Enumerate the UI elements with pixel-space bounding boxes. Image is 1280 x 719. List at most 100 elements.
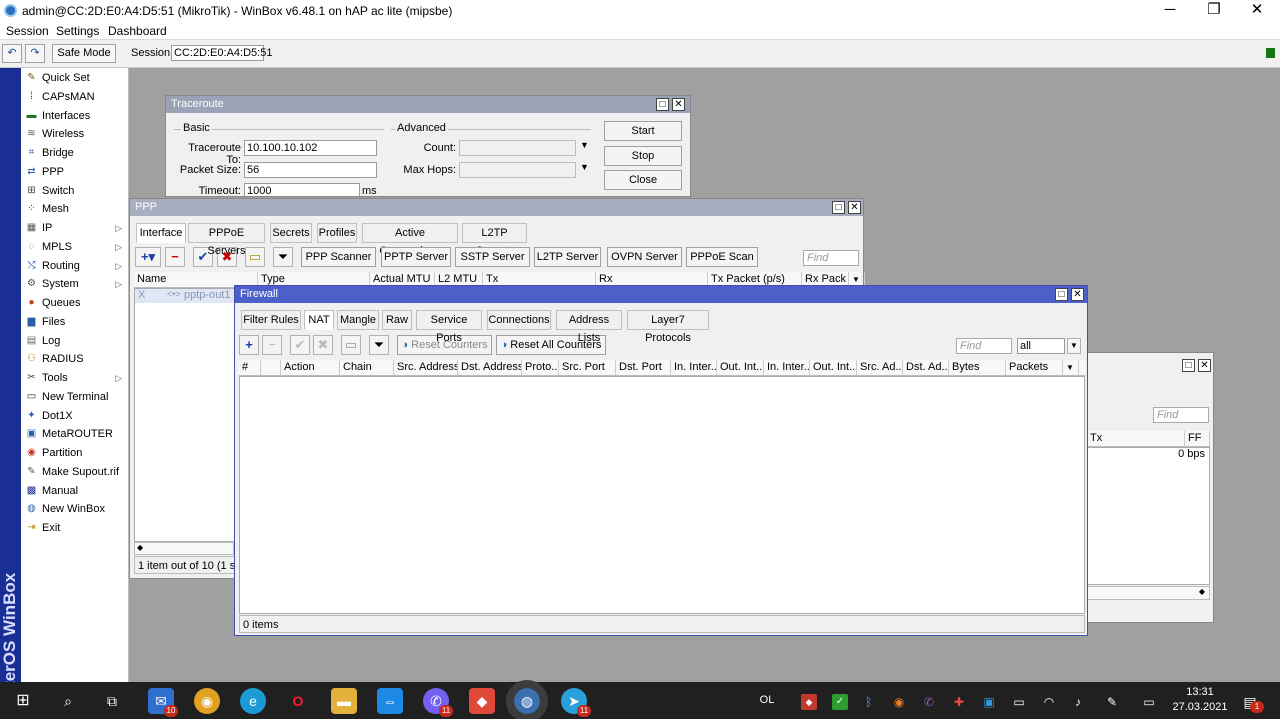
max-hops-input[interactable] [459,162,576,178]
mail-icon[interactable]: ✉ 10 [148,688,178,717]
fw-tab-0[interactable]: Filter Rules [241,310,301,330]
fw-col-11[interactable]: In. Inter... [764,360,810,375]
sidebar-item-ip[interactable]: ▦ IP ▷ [21,219,128,237]
anydesk-icon[interactable]: ◆ [469,688,495,714]
fw-filter-icon[interactable]: ⏷ [369,335,389,355]
ppp-title[interactable]: PPP [130,199,863,216]
sidebar-item-new-terminal[interactable]: ▭ New Terminal [21,388,128,406]
ppp-ovpn-server-button[interactable]: OVPN Server [607,247,682,267]
interface-find-input[interactable]: Find [1153,407,1209,423]
sidebar-item-ppp[interactable]: ⇄ PPP [21,163,128,181]
ppp-scroll-arrow-icon[interactable]: ◆ [134,542,234,555]
ppp-tab-5[interactable]: L2TP Secrets [462,223,527,257]
fw-tab-5[interactable]: Connections [487,310,551,330]
network-tray-icon[interactable]: ▣ [981,694,997,710]
ppp-sstp-server-button[interactable]: SSTP Server [455,247,530,267]
firewall-maximize-button[interactable]: □ [1055,288,1068,301]
winbox-taskbar-icon[interactable]: ◍ [506,680,548,719]
battery-icon[interactable]: ▭ [1011,694,1027,710]
firewall-close-button[interactable]: ✕ [1071,288,1084,301]
language-indicator[interactable]: OL [757,692,777,708]
sidebar-item-manual[interactable]: ▩ Manual [21,482,128,500]
timeout-input[interactable]: 1000 [244,183,360,196]
sidebar-item-system[interactable]: ⚙ System ▷ [21,275,128,293]
menu-settings[interactable]: Settings [56,24,99,38]
interface-close-button[interactable]: ✕ [1198,359,1211,372]
sidebar-item-tools[interactable]: ✂ Tools ▷ [21,369,128,387]
col-tx[interactable]: Tx [1087,431,1185,446]
fw-disable-button[interactable]: ✖ [313,335,333,355]
keyboard-icon[interactable]: ▭ [1141,694,1157,710]
app-tray-icon[interactable]: ◉ [891,694,907,710]
ppp-comment-button[interactable]: ▭ [245,247,265,267]
viber-icon[interactable]: ✆ 11 [423,688,453,717]
fw-col-16[interactable]: Packets [1006,360,1063,375]
fw-tab-2[interactable]: Mangle [337,310,379,330]
notifications-icon[interactable]: ▤ 1 [1242,694,1264,713]
undo-button[interactable]: ↶ [2,44,22,63]
sidebar-item-new-winbox[interactable]: ◍ New WinBox [21,500,128,518]
traceroute-close-action-button[interactable]: Close [604,170,682,190]
fw-remove-button[interactable]: − [262,335,282,355]
viber-tray-icon[interactable]: ✆ [921,694,937,710]
task-view-icon[interactable]: ⧉ [99,688,125,714]
sidebar-item-queues[interactable]: ● Queues [21,294,128,312]
sidebar-item-switch[interactable]: ⊞ Switch [21,182,128,200]
fw-col-1[interactable] [261,360,281,375]
windows-start-icon[interactable]: ⊞ [10,688,36,714]
file-explorer-icon[interactable]: ▬ [331,688,357,714]
opera-icon[interactable]: O [285,688,311,714]
sidebar-item-mesh[interactable]: ⁘ Mesh [21,200,128,218]
sidebar-item-dot1x[interactable]: ✦ Dot1X [21,407,128,425]
fw-tab-6[interactable]: Address Lists [556,310,622,344]
ppp-tab-3[interactable]: Profiles [317,223,357,243]
fw-col-5[interactable]: Dst. Address [458,360,522,375]
ppp-pppoe-scan-button[interactable]: PPPoE Scan [686,247,758,267]
search-icon[interactable]: ⌕ [55,688,81,714]
col-ff[interactable]: FF [1185,431,1210,446]
fw-columns-dropdown-icon[interactable]: ▼ [1063,360,1079,375]
sidebar-item-bridge[interactable]: ⌗ Bridge [21,144,128,162]
stop-button[interactable]: Stop [604,146,682,166]
maximize-button[interactable]: ❐ [1194,1,1234,19]
minimize-button[interactable]: ─ [1150,1,1190,19]
redo-button[interactable]: ↷ [25,44,45,63]
checkmark-tray-icon[interactable]: ✓ [832,694,848,710]
ppp-l2tp-server-button[interactable]: L2TP Server [534,247,601,267]
ppp-maximize-button[interactable]: □ [832,201,845,214]
interface-maximize-button[interactable]: □ [1182,359,1195,372]
sidebar-item-quick-set[interactable]: ✎ Quick Set [21,69,128,87]
ppp-remove-button[interactable]: − [165,247,185,267]
traceroute-to-input[interactable]: 10.100.10.102 [244,140,377,156]
close-button[interactable]: ✕ [1237,1,1277,19]
chrome-icon[interactable]: ◉ [194,688,220,714]
ppp-find-input[interactable]: Find [803,250,859,266]
ppp-tab-4[interactable]: Active Connections [362,223,458,257]
fw-col-12[interactable]: Out. Int... [810,360,857,375]
fw-tab-7[interactable]: Layer7 Protocols [627,310,709,344]
fw-col-4[interactable]: Src. Address [394,360,458,375]
ppp-add-button[interactable]: +▾ [135,247,161,267]
sidebar-item-mpls[interactable]: ◌ MPLS ▷ [21,238,128,256]
traceroute-maximize-button[interactable]: □ [656,98,669,111]
fw-col-0[interactable]: # [239,360,261,375]
pen-icon[interactable]: ✎ [1104,694,1120,710]
bluetooth-icon[interactable]: ᛒ [861,694,877,710]
fw-col-9[interactable]: In. Inter... [671,360,717,375]
max-hops-dropdown-icon[interactable]: ▼ [580,162,589,172]
fw-filter-select[interactable]: all [1017,338,1065,354]
fw-filter-dropdown-icon[interactable]: ▼ [1067,338,1081,354]
telegram-icon[interactable]: ➤ 11 [561,688,591,717]
fw-enable-button[interactable]: ✔ [290,335,310,355]
fw-col-8[interactable]: Dst. Port [616,360,671,375]
fw-col-15[interactable]: Bytes [949,360,1006,375]
anydesk-tray-icon[interactable]: ◆ [801,694,817,710]
ppp-ppp-scanner-button[interactable]: PPP Scanner [301,247,376,267]
sidebar-item-make-supout-rif[interactable]: ✎ Make Supout.rif [21,463,128,481]
sidebar-item-routing[interactable]: ⤭ Routing ▷ [21,257,128,275]
ppp-close-button[interactable]: ✕ [848,201,861,214]
count-input[interactable] [459,140,576,156]
start-button[interactable]: Start [604,121,682,141]
fw-comment-button[interactable]: ▭ [341,335,361,355]
fw-col-14[interactable]: Dst. Ad... [903,360,949,375]
